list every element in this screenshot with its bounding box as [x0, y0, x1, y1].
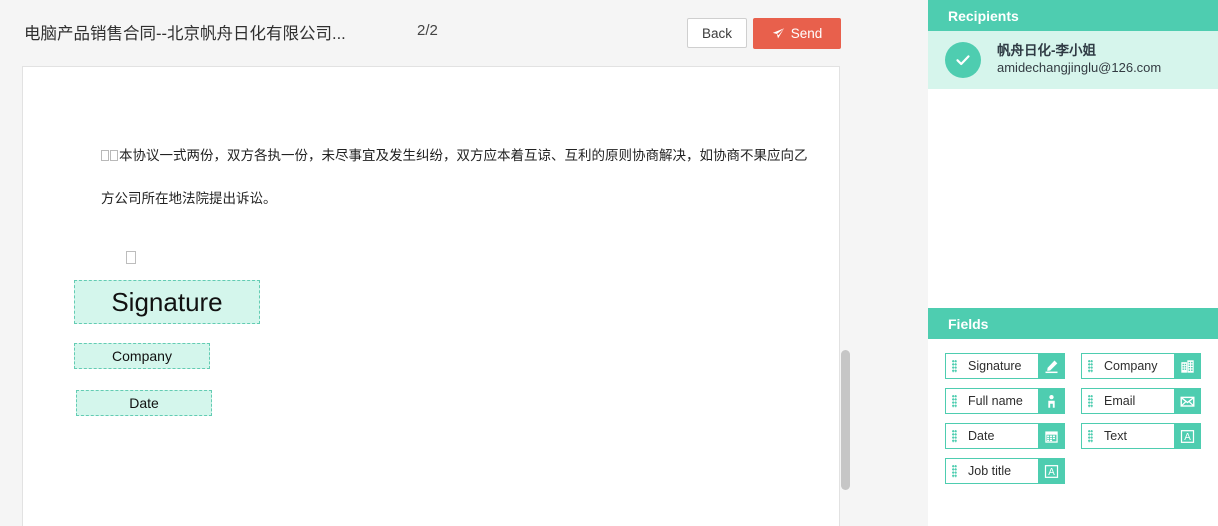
drag-handle-icon[interactable] — [946, 359, 962, 373]
send-button[interactable]: Send — [753, 18, 841, 49]
text-a-icon: A — [1174, 424, 1200, 448]
back-button[interactable]: Back — [687, 18, 747, 48]
document-paragraph: 方公司所在地法院提出诉讼。 — [101, 191, 277, 206]
signature-pen-icon — [1038, 354, 1064, 378]
fields-panel: Fields Signature Company Full name Email… — [928, 308, 1218, 493]
paragraph-text: 本协议一式两份，双方各执一份，未尽事宜及发生纠纷，双方应本着互谅、互利的原则协商… — [119, 148, 808, 163]
recipients-panel-header: Recipients — [928, 0, 1218, 31]
text-a-icon: A — [1038, 459, 1064, 483]
recipient-list-item[interactable]: 帆舟日化-李小姐 amidechangjinglu@126.com — [928, 31, 1218, 89]
recipients-title: Recipients — [948, 7, 1019, 24]
recipients-panel: Recipients 帆舟日化-李小姐 amidechangjinglu@126… — [928, 0, 1218, 89]
field-chip-text[interactable]: Text A — [1081, 423, 1201, 449]
placed-field-signature[interactable]: Signature — [74, 280, 260, 324]
building-icon — [1174, 354, 1200, 378]
svg-text:A: A — [1184, 432, 1191, 443]
field-chip-email[interactable]: Email — [1081, 388, 1201, 414]
envelope-icon — [1174, 389, 1200, 413]
page-title: 电脑产品销售合同--北京帆舟日化有限公司... — [24, 25, 346, 43]
document-page[interactable]: 本协议一式两份，双方各执一份，未尽事宜及发生纠纷，双方应本着互谅、互利的原则协商… — [22, 66, 840, 526]
fields-grid: Signature Company Full name Email Date T… — [928, 339, 1218, 493]
drag-handle-icon[interactable] — [1082, 359, 1098, 373]
fields-title: Fields — [948, 315, 989, 332]
placed-field-company[interactable]: Company — [74, 343, 210, 369]
missing-glyph-icon — [110, 149, 118, 161]
drag-handle-icon[interactable] — [946, 464, 962, 478]
document-area: 电脑产品销售合同--北京帆舟日化有限公司... 2/2 Back Send 本协… — [0, 0, 928, 526]
svg-text:A: A — [1048, 467, 1055, 478]
missing-glyph-icon — [126, 251, 136, 264]
field-chip-label: Company — [1104, 359, 1158, 373]
field-chip-label: Email — [1104, 394, 1136, 408]
drag-handle-icon[interactable] — [946, 429, 962, 443]
document-paragraph: 本协议一式两份，双方各执一份，未尽事宜及发生纠纷，双方应本着互谅、互利的原则协商… — [101, 148, 808, 164]
right-sidebar: Recipients 帆舟日化-李小姐 amidechangjinglu@126… — [928, 0, 1218, 526]
page-counter: 2/2 — [417, 22, 438, 39]
field-chip-date[interactable]: Date — [945, 423, 1065, 449]
drag-handle-icon[interactable] — [1082, 394, 1098, 408]
recipient-name: 帆舟日化-李小姐 — [997, 43, 1096, 59]
field-chip-label: Job title — [968, 464, 1012, 478]
field-chip-label: Signature — [968, 359, 1022, 373]
missing-glyph-icon — [101, 149, 109, 161]
placed-field-date[interactable]: Date — [76, 390, 212, 416]
field-chip-job-title[interactable]: Job title A — [945, 458, 1065, 484]
field-chip-full-name[interactable]: Full name — [945, 388, 1065, 414]
document-scrollbar-thumb[interactable] — [841, 350, 850, 490]
field-chip-signature[interactable]: Signature — [945, 353, 1065, 379]
person-icon — [1038, 389, 1064, 413]
fields-panel-header: Fields — [928, 308, 1218, 339]
signature-editor-app: 电脑产品销售合同--北京帆舟日化有限公司... 2/2 Back Send 本协… — [0, 0, 1218, 526]
recipient-info: 帆舟日化-李小姐 amidechangjinglu@126.com — [997, 43, 1161, 76]
field-chip-label: Date — [968, 429, 995, 443]
check-icon — [945, 42, 981, 78]
drag-handle-icon[interactable] — [946, 394, 962, 408]
top-toolbar: 电脑产品销售合同--北京帆舟日化有限公司... 2/2 Back Send — [0, 0, 928, 66]
field-chip-company[interactable]: Company — [1081, 353, 1201, 379]
field-chip-label: Text — [1104, 429, 1127, 443]
field-chip-label: Full name — [968, 394, 1023, 408]
send-button-label: Send — [790, 26, 823, 41]
drag-handle-icon[interactable] — [1082, 429, 1098, 443]
recipient-email: amidechangjinglu@126.com — [997, 60, 1162, 76]
calendar-icon — [1038, 424, 1064, 448]
paper-plane-icon — [772, 27, 785, 40]
